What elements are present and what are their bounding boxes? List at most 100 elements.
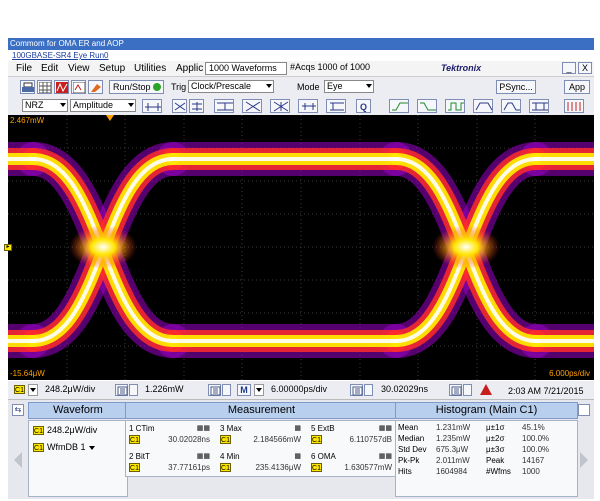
histogram-row: Mean 1.231mW μ±1σ 45.1% xyxy=(397,422,563,433)
duty-cycle-icon[interactable] xyxy=(529,99,549,113)
timebase-select[interactable] xyxy=(254,384,264,396)
channel-select[interactable] xyxy=(28,384,38,396)
measurement-cell[interactable]: 6 OMA ▦▦ C1 1.630577mW xyxy=(309,450,395,480)
vertical-offset[interactable]: 1.226mW xyxy=(142,384,204,396)
channel-c1-icon: C1 xyxy=(129,435,140,444)
horizontal-position[interactable]: 30.02029ns xyxy=(378,384,446,396)
fall-icon[interactable] xyxy=(417,99,437,113)
spin-arrows-icon[interactable] xyxy=(222,384,231,396)
keypad-icon[interactable] xyxy=(115,384,128,396)
jitter-icon[interactable] xyxy=(270,99,290,113)
print-icon[interactable] xyxy=(20,80,35,94)
svg-text:Q: Q xyxy=(360,102,367,112)
clear-icon[interactable] xyxy=(88,80,103,94)
menu-setup[interactable]: Setup xyxy=(99,63,125,74)
trigger-marker-icon[interactable] xyxy=(106,115,114,121)
measure-type-icon[interactable] xyxy=(142,99,162,113)
time-division-label: 6.000ps/div xyxy=(549,369,590,378)
pulse-icon[interactable] xyxy=(445,99,465,113)
rise-icon[interactable] xyxy=(389,99,409,113)
noise-icon[interactable] xyxy=(298,99,318,113)
level-icon[interactable] xyxy=(189,99,204,113)
measurement-toolbar: NRZ Amplitude Q xyxy=(8,97,594,116)
keypad-icon[interactable] xyxy=(208,384,221,396)
minimize-button[interactable]: _ xyxy=(562,62,576,74)
measurement-settings-icon[interactable]: ▦ xyxy=(294,452,301,460)
measurement-settings-icon[interactable]: ▦▦ xyxy=(379,424,392,432)
panel-toggle-icon[interactable]: ⇆ xyxy=(12,404,24,416)
menu-utilities[interactable]: Utilities xyxy=(134,63,166,74)
measurement-name: 4 Min xyxy=(220,452,240,461)
waveform-header[interactable]: Waveform xyxy=(28,402,128,419)
document-tab[interactable]: 100GBASE-SR4 Eye Run0 xyxy=(8,51,594,61)
grid-icon[interactable] xyxy=(37,80,52,94)
main-timebase-button[interactable]: M xyxy=(237,384,251,396)
bottom-level-label: -15.64μW xyxy=(10,369,45,378)
horizontal-scale[interactable]: 6.00000ps/div xyxy=(268,384,348,396)
sigma-label: μ±2σ xyxy=(486,434,505,443)
q-factor-icon[interactable]: Q xyxy=(356,99,371,113)
sigma-value: 14167 xyxy=(522,456,545,465)
measurement-cell[interactable]: 1 CTim ▦▦ C1 30.02028ns xyxy=(127,422,213,452)
frequency-icon[interactable] xyxy=(501,99,521,113)
waveform-item[interactable]: C1 WfmDB 1 xyxy=(33,441,95,454)
scroll-left-icon[interactable] xyxy=(14,452,22,468)
spin-arrows-icon[interactable] xyxy=(364,384,373,396)
vertical-scale[interactable]: 248.2μW/div xyxy=(42,384,106,396)
scope-display[interactable]: 2.467mW -15.64μW 6.000ps/div ▸ xyxy=(4,115,594,380)
clock-display: 2:03 AM 7/21/2015 xyxy=(508,386,584,396)
default-setup-icon[interactable] xyxy=(71,80,86,94)
mode-select[interactable]: Eye xyxy=(324,80,374,93)
scroll-right-icon[interactable] xyxy=(580,452,588,468)
run-stop-button[interactable]: Run/Stop xyxy=(109,80,164,94)
measurement-header[interactable]: Measurement xyxy=(125,402,398,419)
scale-select[interactable]: Amplitude xyxy=(70,99,136,112)
app-button[interactable]: App xyxy=(564,80,590,94)
measurement-name: 1 CTim xyxy=(129,424,155,433)
psync-button[interactable]: PSync... xyxy=(496,80,536,94)
measurement-cell[interactable]: 5 ExtB ▦▦ C1 6.110757dB xyxy=(309,422,395,452)
measurement-cell[interactable]: 3 Max ▦ C1 2.184566mW xyxy=(218,422,304,452)
menu-applications[interactable]: Applic xyxy=(176,63,203,74)
channel-c1-icon[interactable]: C1 xyxy=(14,385,25,394)
chevron-down-icon xyxy=(256,388,262,392)
menu-file[interactable]: File xyxy=(16,63,32,74)
sigma-value: 45.1% xyxy=(522,423,545,432)
measurement-settings-icon[interactable]: ▦▦ xyxy=(379,452,392,460)
status-bar: C1 248.2μW/div 1.226mW M 6.00000ps/div 3… xyxy=(8,381,594,400)
keypad-icon[interactable] xyxy=(449,384,462,396)
measurement-settings-icon[interactable]: ▦ xyxy=(294,424,301,432)
histogram-header[interactable]: Histogram (Main C1) xyxy=(395,402,578,419)
menu-view[interactable]: View xyxy=(68,63,90,74)
spin-arrows-icon[interactable] xyxy=(129,384,138,396)
sigma-value: 100.0% xyxy=(522,445,550,454)
crossing-icon[interactable] xyxy=(172,99,187,113)
chevron-down-icon[interactable] xyxy=(88,446,95,450)
menu-edit[interactable]: Edit xyxy=(41,63,58,74)
waveform-item[interactable]: C1 248.2μW/div xyxy=(33,424,97,437)
coding-value: NRZ xyxy=(25,100,44,110)
expand-icon[interactable] xyxy=(578,404,590,416)
warning-icon[interactable] xyxy=(480,384,492,395)
oma-icon[interactable] xyxy=(326,99,346,113)
chevron-down-icon xyxy=(30,388,36,392)
autoset-icon[interactable] xyxy=(54,80,69,94)
coding-select[interactable]: NRZ xyxy=(22,99,68,112)
keypad-icon[interactable] xyxy=(350,384,363,396)
spin-arrows-icon[interactable] xyxy=(463,384,472,396)
close-button[interactable]: X xyxy=(578,62,592,74)
document-tab-label[interactable]: 100GBASE-SR4 Eye Run0 xyxy=(12,51,109,60)
measurement-cell[interactable]: 2 BitT ▦▦ C1 37.77161ps xyxy=(127,450,213,480)
eye-width-icon[interactable] xyxy=(242,99,262,113)
period-icon[interactable] xyxy=(473,99,493,113)
channel-marker-icon[interactable]: ▸ xyxy=(4,244,12,251)
measurement-settings-icon[interactable]: ▦▦ xyxy=(197,424,210,432)
clear-measurements-icon[interactable] xyxy=(564,99,584,113)
measurement-cell[interactable]: 4 Min ▦ C1 235.4136μW xyxy=(218,450,304,480)
readout-panel: ⇆ Waveform C1 248.2μW/div C1 WfmDB 1 Measu… xyxy=(8,400,594,499)
measurement-name: 5 ExtB xyxy=(311,424,335,433)
measurement-settings-icon[interactable]: ▦▦ xyxy=(197,452,210,460)
eye-height-icon[interactable] xyxy=(214,99,234,113)
histogram-stats: Mean 1.231mW μ±1σ 45.1% Median 1.235mW μ±2σ 100… xyxy=(397,422,563,477)
trigger-source-select[interactable]: Clock/Prescale xyxy=(188,80,274,93)
